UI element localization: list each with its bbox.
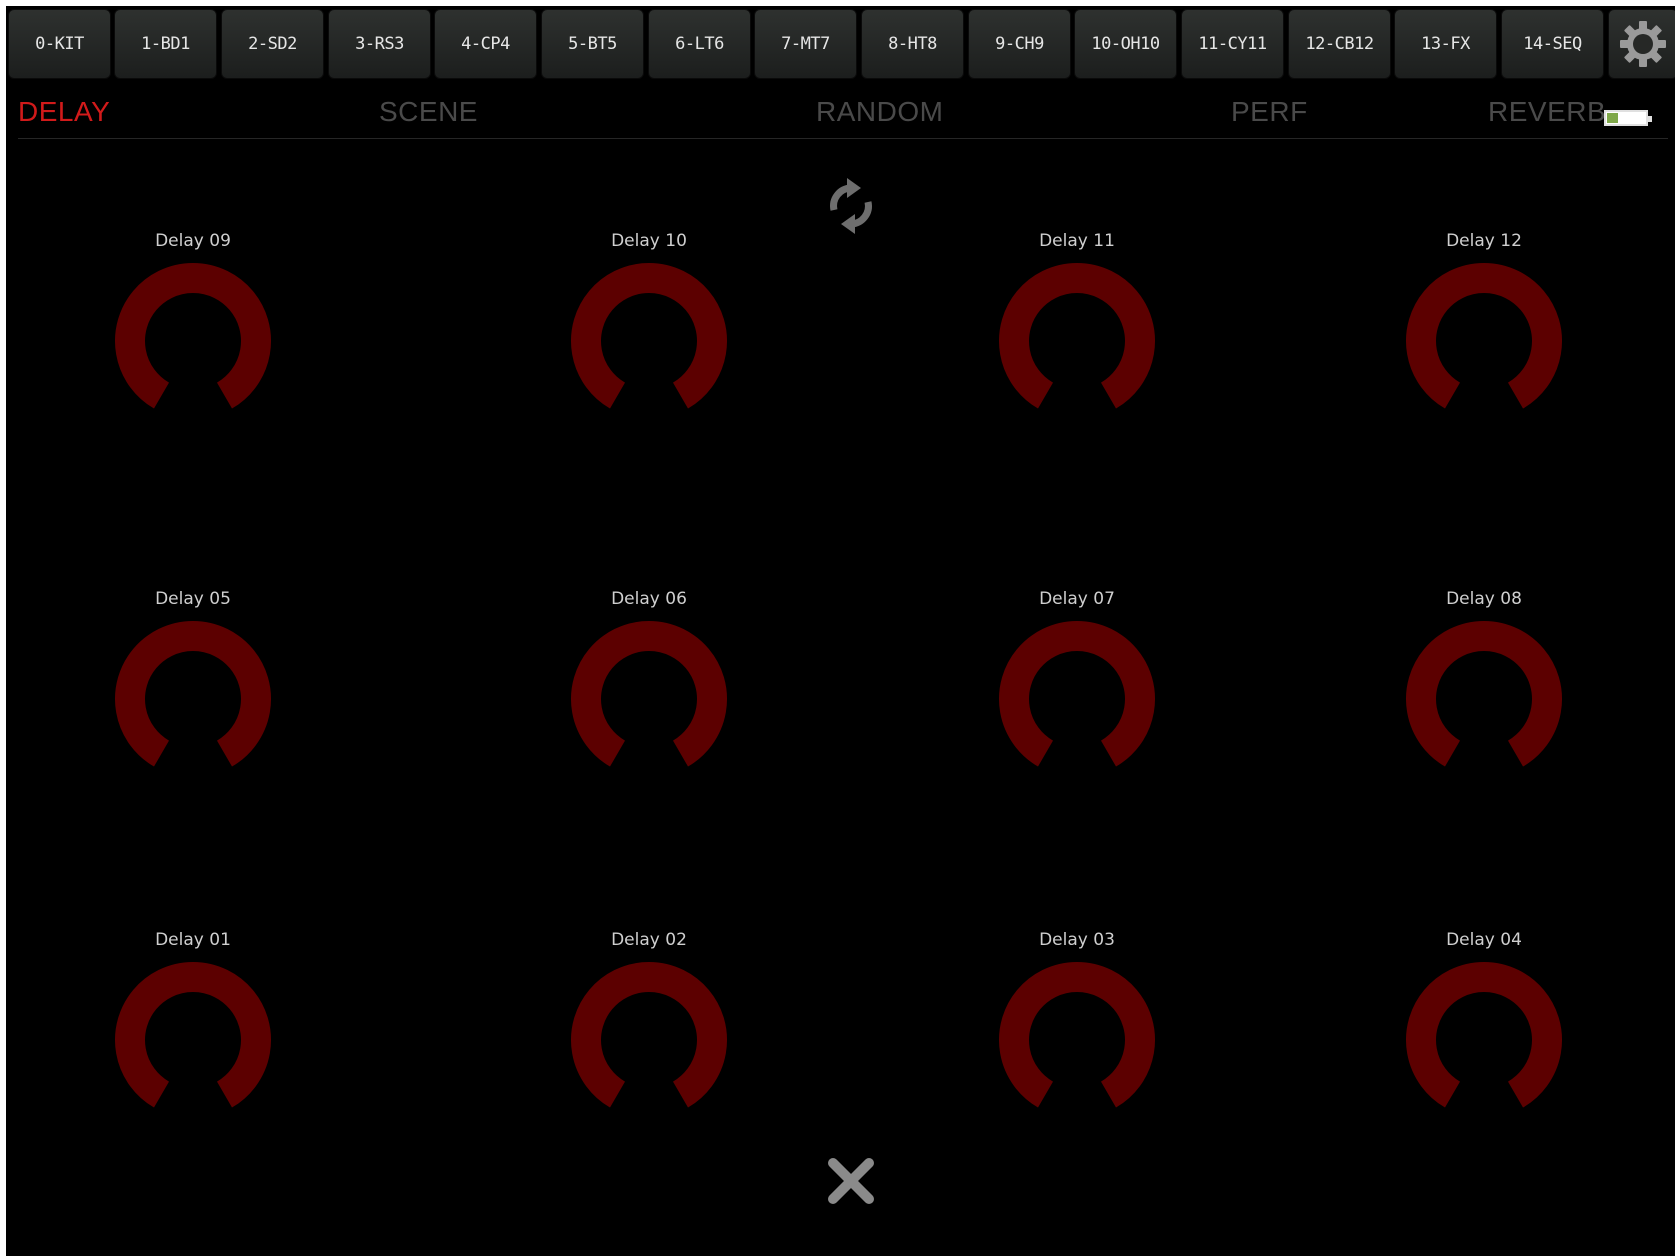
track-button-lt6[interactable]: 6-LT6 <box>648 9 751 79</box>
settings-button[interactable] <box>1608 9 1675 79</box>
knob-dial <box>571 263 727 409</box>
knob-label: Delay 08 <box>1446 589 1522 609</box>
tab-delay[interactable]: DELAY <box>18 96 110 128</box>
knob-label: Delay 06 <box>611 589 687 609</box>
track-button-kit[interactable]: 0-KIT <box>8 9 111 79</box>
knob-dial <box>571 962 727 1108</box>
track-button-ch9[interactable]: 9-CH9 <box>968 9 1071 79</box>
tab-bar: DELAY SCENE RANDOM PERF REVERB <box>6 88 1675 139</box>
tab-reverb[interactable]: REVERB <box>1488 96 1606 128</box>
track-button-rs3[interactable]: 3-RS3 <box>328 9 431 79</box>
knob-delay-02[interactable]: Delay 02 <box>539 930 759 1130</box>
track-button-sd2[interactable]: 2-SD2 <box>221 9 324 79</box>
battery-tip <box>1648 116 1652 122</box>
track-button-cy11[interactable]: 11-CY11 <box>1181 9 1284 79</box>
knob-label: Delay 05 <box>155 589 231 609</box>
knob-dial <box>999 263 1155 409</box>
knob-dial <box>571 621 727 767</box>
knob-dial <box>999 621 1155 767</box>
knob-dial <box>1406 621 1562 767</box>
knob-label: Delay 11 <box>1039 231 1115 251</box>
knob-delay-06[interactable]: Delay 06 <box>539 589 759 789</box>
knob-delay-05[interactable]: Delay 05 <box>83 589 303 789</box>
knob-label: Delay 04 <box>1446 930 1522 950</box>
refresh-button[interactable] <box>821 176 881 236</box>
knob-label: Delay 01 <box>155 930 231 950</box>
knob-delay-01[interactable]: Delay 01 <box>83 930 303 1130</box>
tab-random[interactable]: RANDOM <box>816 96 943 128</box>
tab-divider <box>18 138 1668 139</box>
knob-delay-11[interactable]: Delay 11 <box>967 231 1187 431</box>
knob-dial <box>999 962 1155 1108</box>
track-button-oh10[interactable]: 10-OH10 <box>1074 9 1177 79</box>
track-button-ht8[interactable]: 8-HT8 <box>861 9 964 79</box>
track-button-cb12[interactable]: 12-CB12 <box>1288 9 1391 79</box>
track-button-seq[interactable]: 14-SEQ <box>1501 9 1604 79</box>
knob-label: Delay 07 <box>1039 589 1115 609</box>
tab-scene[interactable]: SCENE <box>379 96 478 128</box>
track-button-bt5[interactable]: 5-BT5 <box>541 9 644 79</box>
close-icon <box>828 1158 874 1204</box>
knob-label: Delay 09 <box>155 231 231 251</box>
track-button-cp4[interactable]: 4-CP4 <box>434 9 537 79</box>
knob-dial <box>115 962 271 1108</box>
track-selector-bar: 0-KIT 1-BD1 2-SD2 3-RS3 4-CP4 5-BT5 6-LT… <box>8 9 1675 79</box>
knob-dial <box>115 621 271 767</box>
battery-level <box>1607 113 1618 123</box>
knob-dial <box>1406 263 1562 409</box>
track-button-bd1[interactable]: 1-BD1 <box>114 9 217 79</box>
knob-label: Delay 03 <box>1039 930 1115 950</box>
track-button-fx[interactable]: 13-FX <box>1394 9 1497 79</box>
tab-perf[interactable]: PERF <box>1231 96 1308 128</box>
track-button-mt7[interactable]: 7-MT7 <box>754 9 857 79</box>
gear-icon <box>1620 21 1666 67</box>
knob-delay-07[interactable]: Delay 07 <box>967 589 1187 789</box>
knob-label: Delay 02 <box>611 930 687 950</box>
app-window: 0-KIT 1-BD1 2-SD2 3-RS3 4-CP4 5-BT5 6-LT… <box>6 6 1675 1256</box>
close-button[interactable] <box>821 1151 881 1211</box>
knob-delay-12[interactable]: Delay 12 <box>1374 231 1594 431</box>
knob-delay-03[interactable]: Delay 03 <box>967 930 1187 1130</box>
knob-delay-08[interactable]: Delay 08 <box>1374 589 1594 789</box>
knob-label: Delay 12 <box>1446 231 1522 251</box>
refresh-icon <box>830 178 872 234</box>
knob-delay-09[interactable]: Delay 09 <box>83 231 303 431</box>
knob-delay-10[interactable]: Delay 10 <box>539 231 759 431</box>
knob-dial <box>1406 962 1562 1108</box>
knob-dial <box>115 263 271 409</box>
knob-label: Delay 10 <box>611 231 687 251</box>
knob-delay-04[interactable]: Delay 04 <box>1374 930 1594 1130</box>
battery-icon <box>1604 110 1652 126</box>
